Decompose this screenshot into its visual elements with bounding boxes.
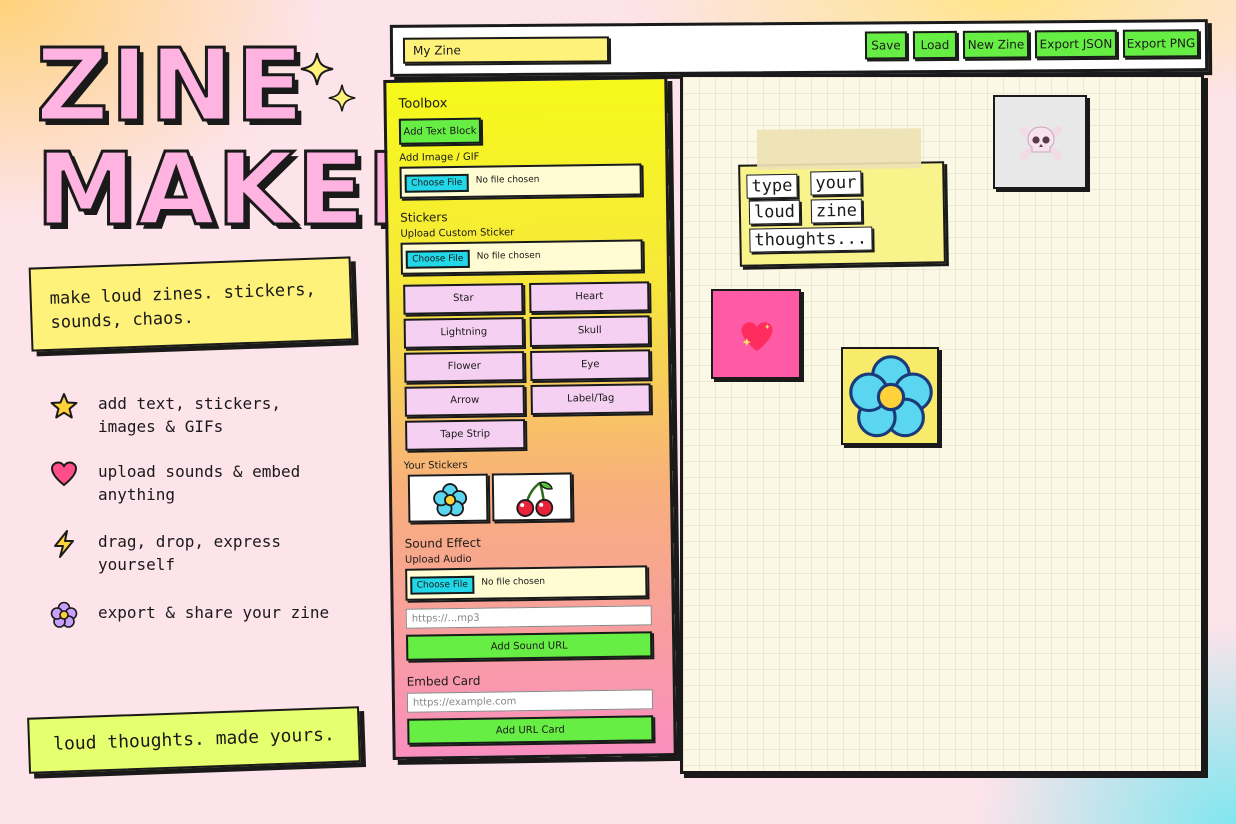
file-status: No file chosen [476, 250, 541, 262]
feature-text: drag, drop, express yourself [98, 532, 282, 574]
canvas-word[interactable]: your [810, 170, 862, 196]
flower-icon [849, 355, 933, 438]
heart-sticker[interactable] [711, 289, 801, 379]
flower-sticker[interactable] [841, 347, 939, 445]
app-title-line1: ZINE [35, 27, 306, 144]
toolbox-panel: Toolbox Add Text Block Add Image / GIF C… [383, 76, 677, 760]
sound-effect-title: Sound Effect [404, 535, 481, 551]
tagline: make loud zines. stickers, sounds, chaos… [28, 256, 354, 352]
add-text-block-button[interactable]: Add Text Block [398, 117, 482, 145]
choose-file-button[interactable]: Choose File [404, 173, 469, 193]
canvas-word[interactable]: type [746, 173, 798, 199]
sticker-star-button[interactable]: Star [403, 283, 524, 315]
canvas-word[interactable]: loud [748, 199, 801, 225]
sparkle-icon [328, 84, 356, 112]
tape-strip-sticker[interactable] [756, 128, 922, 170]
feature-text: upload sounds & embed anything [98, 462, 301, 504]
sound-url-input[interactable] [405, 605, 652, 629]
flower-icon [433, 483, 468, 517]
sticker-flower-button[interactable]: Flower [404, 351, 525, 383]
upload-sticker-label: Upload Custom Sticker [400, 227, 515, 240]
file-status: No file chosen [475, 174, 540, 186]
feature-item: add text, stickers, images & GIFs [50, 392, 350, 442]
embed-url-input[interactable] [406, 689, 654, 713]
lightning-icon [54, 530, 74, 558]
sticker-skull-button[interactable]: Skull [529, 315, 650, 347]
sticker-heart-button[interactable]: Heart [529, 281, 650, 313]
save-button[interactable]: Save [864, 31, 908, 60]
add-image-label: Add Image / GIF [399, 151, 480, 164]
audio-file-picker: Choose File No file chosen [405, 565, 648, 601]
zine-canvas[interactable]: type your loud zine thoughts... [680, 74, 1204, 774]
sticker-arrow-button[interactable]: Arrow [404, 385, 525, 417]
image-file-picker: Choose File No file chosen [399, 163, 642, 199]
your-stickers-label: Your Stickers [403, 459, 468, 472]
sticker-file-picker: Choose File No file chosen [400, 239, 643, 275]
file-status: No file chosen [481, 576, 546, 588]
stickers-title: Stickers [400, 210, 448, 225]
sticker-lightning-button[interactable]: Lightning [403, 317, 525, 349]
custom-sticker-flower[interactable] [407, 473, 489, 523]
toolbox-title: Toolbox [398, 96, 448, 112]
zine-name-input[interactable] [402, 36, 610, 64]
feature-item: upload sounds & embed anything [50, 460, 350, 510]
add-sound-url-button[interactable]: Add Sound URL [406, 631, 653, 661]
sticker-eye-button[interactable]: Eye [530, 349, 651, 381]
custom-sticker-cherry[interactable] [491, 472, 573, 522]
feature-item: drag, drop, express yourself [50, 530, 350, 580]
flower-icon [50, 601, 78, 628]
heart-icon [741, 322, 773, 352]
sticker-label-tag-button[interactable]: Label/Tag [530, 383, 651, 415]
canvas-word[interactable]: zine [810, 198, 863, 224]
cherry-icon [516, 481, 554, 517]
choose-file-button[interactable]: Choose File [405, 249, 470, 269]
skull-sticker[interactable] [993, 95, 1087, 189]
feature-text: export & share your zine [98, 603, 330, 622]
skull-icon [1020, 126, 1062, 160]
upload-audio-label: Upload Audio [404, 553, 472, 566]
footer-slogan: loud thoughts. made yours. [27, 706, 361, 774]
choose-file-button[interactable]: Choose File [410, 575, 475, 595]
sticker-tape-strip-button[interactable]: Tape Strip [405, 419, 526, 451]
export-png-button[interactable]: Export PNG [1122, 29, 1200, 58]
export-json-button[interactable]: Export JSON [1034, 29, 1118, 59]
add-url-card-button[interactable]: Add URL Card [407, 715, 654, 745]
star-icon [50, 393, 78, 419]
text-block[interactable]: type your loud zine thoughts... [738, 161, 946, 267]
feature-text: add text, stickers, images & GIFs [98, 394, 282, 436]
top-toolbar: Save Load New Zine Export JSON Export PN… [389, 19, 1209, 77]
canvas-word[interactable]: thoughts... [749, 226, 873, 253]
sparkle-icon [300, 52, 334, 86]
load-button[interactable]: Load [912, 30, 958, 60]
feature-item: export & share your zine [50, 601, 350, 651]
new-zine-button[interactable]: New Zine [962, 30, 1030, 59]
heart-icon [50, 461, 78, 487]
embed-card-title: Embed Card [406, 673, 481, 689]
